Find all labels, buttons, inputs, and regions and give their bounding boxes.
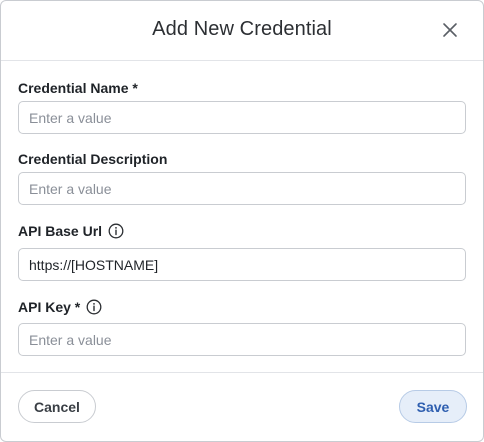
save-button[interactable]: Save (399, 390, 467, 423)
dialog-body: Credential Name * Credential Description… (1, 61, 483, 371)
api-key-label-text: API Key * (18, 299, 81, 315)
api-key-label: API Key * (18, 299, 102, 315)
close-icon (441, 21, 459, 39)
credential-name-label-text: Credential Name * (18, 80, 138, 96)
credential-description-label: Credential Description (18, 151, 167, 167)
info-icon[interactable] (108, 223, 124, 239)
dialog-header: Add New Credential (1, 1, 483, 61)
add-credential-dialog: Add New Credential Credential Name * Cre… (0, 0, 484, 442)
api-key-input[interactable] (18, 323, 466, 356)
api-base-url-input[interactable] (18, 248, 466, 281)
dialog-footer: Cancel Save (1, 372, 483, 441)
info-icon[interactable] (86, 299, 102, 315)
credential-name-input[interactable] (18, 101, 466, 134)
close-button[interactable] (441, 21, 459, 39)
credential-description-label-text: Credential Description (18, 151, 168, 167)
dialog-title: Add New Credential (152, 18, 332, 40)
credential-description-input[interactable] (18, 172, 466, 205)
api-base-url-label-text: API Base Url (18, 223, 103, 239)
cancel-button[interactable]: Cancel (18, 390, 96, 423)
credential-name-label: Credential Name * (18, 80, 138, 96)
api-base-url-label: API Base Url (18, 223, 124, 239)
